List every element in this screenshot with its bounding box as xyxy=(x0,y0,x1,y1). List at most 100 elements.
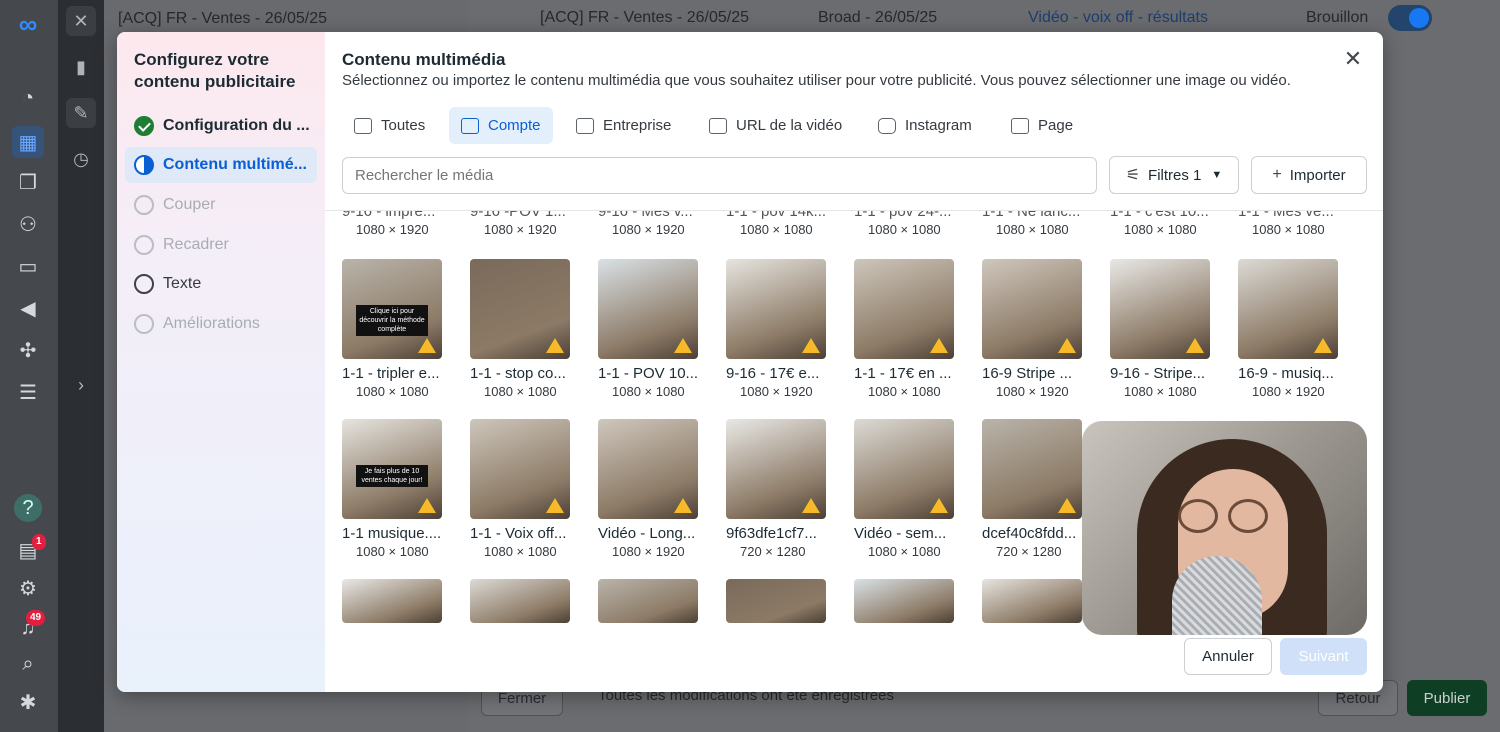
import-button[interactable]: + Importer xyxy=(1251,156,1367,194)
filters-button[interactable]: ⚟ Filtres 1 ▼ xyxy=(1109,156,1239,194)
expand-arrow-icon[interactable]: › xyxy=(66,370,96,400)
media-thumbnail[interactable] xyxy=(1110,259,1210,359)
meta-logo-icon[interactable]: ∞ xyxy=(14,9,42,39)
media-thumbnail[interactable] xyxy=(598,579,698,623)
settings-gear-icon[interactable]: ⚙ xyxy=(14,574,42,602)
modal-subtitle: Sélectionnez ou importez le contenu mult… xyxy=(342,72,1291,89)
media-item[interactable]: Vidéo - sem... 1080 × 1080 xyxy=(854,419,964,559)
close-editor-icon[interactable]: ✕ xyxy=(66,6,96,36)
media-item[interactable]: 1-1 - pov 24-... 1080 × 1080 xyxy=(854,211,964,237)
media-dimensions: 1080 × 1080 xyxy=(484,384,557,399)
media-item[interactable]: 1-1 - 17€ en ... 1080 × 1080 xyxy=(854,259,964,399)
status-toggle[interactable] xyxy=(1388,5,1432,31)
media-item[interactable]: Vidéo - Long... 1080 × 1920 xyxy=(598,419,708,559)
media-thumbnail[interactable]: Je fais plus de 10 ventes chaque jour! xyxy=(342,419,442,519)
media-name: 1-1 - 17€ en ... xyxy=(854,365,952,382)
media-thumbnail[interactable]: Clique ici pour découvrir la méthode com… xyxy=(342,259,442,359)
media-dimensions: 1080 × 1080 xyxy=(356,384,429,399)
media-item[interactable]: 16-9 Stripe ... 1080 × 1920 xyxy=(982,259,1092,399)
close-icon[interactable]: ✕ xyxy=(1341,48,1365,72)
megaphone-icon[interactable]: ◀ xyxy=(14,294,42,322)
tab-business[interactable]: Entreprise xyxy=(564,107,683,144)
media-name: 1-1 - tripler e... xyxy=(342,365,440,382)
media-item[interactable]: 1-1 - pov 14k... 1080 × 1080 xyxy=(726,211,836,237)
media-thumbnail[interactable] xyxy=(1238,259,1338,359)
media-item[interactable] xyxy=(982,579,1092,623)
panel-breadcrumb[interactable]: [ACQ] FR - Ventes - 26/05/25 xyxy=(118,10,327,28)
cancel-button[interactable]: Annuler xyxy=(1184,638,1272,675)
warning-icon xyxy=(802,498,820,513)
media-thumbnail[interactable] xyxy=(726,579,826,623)
next-button[interactable]: Suivant xyxy=(1280,638,1367,675)
media-thumbnail[interactable] xyxy=(726,259,826,359)
campaigns-table-icon[interactable]: ▦ xyxy=(12,126,44,158)
bug-report-icon[interactable]: ✱ xyxy=(14,688,42,716)
step-media[interactable]: Contenu multimé... xyxy=(125,147,317,183)
media-item[interactable]: 1-1 - Ne lanc... 1080 × 1080 xyxy=(982,211,1092,237)
media-item[interactable]: 1-1 - Voix off... 1080 × 1080 xyxy=(470,419,580,559)
tab-account[interactable]: Compte xyxy=(449,107,553,144)
media-item[interactable]: 1-1 - stop co... 1080 × 1080 xyxy=(470,259,580,399)
media-thumbnail[interactable] xyxy=(470,259,570,359)
empty-circle-icon xyxy=(134,274,154,294)
media-dimensions: 1080 × 1080 xyxy=(1252,222,1325,237)
audiences-icon[interactable]: ⚇ xyxy=(14,210,42,238)
media-item[interactable] xyxy=(726,579,836,623)
breadcrumb-ad[interactable]: Vidéo - voix off - résultats xyxy=(1028,9,1208,27)
catalog-icon[interactable]: ❐ xyxy=(14,168,42,196)
media-item[interactable]: dcef40c8fdd... 720 × 1280 xyxy=(982,419,1092,559)
network-icon[interactable]: ✣ xyxy=(14,336,42,364)
media-thumbnail[interactable] xyxy=(982,579,1082,623)
media-item[interactable]: 1-1 - c'est 10... 1080 × 1080 xyxy=(1110,211,1220,237)
media-thumbnail[interactable] xyxy=(598,259,698,359)
media-thumbnail[interactable] xyxy=(982,259,1082,359)
step-text[interactable]: Texte xyxy=(125,266,317,302)
media-item[interactable] xyxy=(854,579,964,623)
breadcrumb-campaign[interactable]: [ACQ] FR - Ventes - 26/05/25 xyxy=(540,9,749,27)
media-item[interactable]: 9-16 - 17€ e... 1080 × 1920 xyxy=(726,259,836,399)
modal-title: Contenu multimédia xyxy=(342,50,506,69)
tab-video-url[interactable]: URL de la vidéo xyxy=(697,107,854,144)
media-thumbnail[interactable] xyxy=(470,419,570,519)
dashboard-icon[interactable]: ◔ xyxy=(14,84,42,112)
media-thumbnail[interactable] xyxy=(470,579,570,623)
media-item[interactable]: 9f63dfe1cf7... 720 × 1280 xyxy=(726,419,836,559)
media-item[interactable]: 9-16 - Mes v... 1080 × 1920 xyxy=(598,211,708,237)
media-item[interactable] xyxy=(470,579,580,623)
tab-page[interactable]: Page xyxy=(999,107,1085,144)
menu-icon[interactable]: ☰ xyxy=(14,378,42,406)
thumbnail-image xyxy=(982,579,1082,623)
media-item[interactable] xyxy=(598,579,708,623)
media-thumbnail[interactable] xyxy=(854,419,954,519)
step-configuration[interactable]: Configuration du ... xyxy=(125,108,317,144)
tab-label: Page xyxy=(1038,117,1074,134)
media-thumbnail[interactable] xyxy=(854,259,954,359)
search-icon[interactable]: ⌕ xyxy=(14,650,42,678)
media-thumbnail[interactable] xyxy=(342,579,442,623)
media-item[interactable]: Clique ici pour découvrir la méthode com… xyxy=(342,259,452,399)
media-item[interactable]: 16-9 - musiq... 1080 × 1920 xyxy=(1238,259,1348,399)
media-search-input[interactable] xyxy=(342,157,1097,194)
history-clock-icon[interactable]: ◷ xyxy=(66,144,96,174)
bg-publish-button[interactable]: Publier xyxy=(1407,680,1487,716)
chart-icon[interactable]: ▮ xyxy=(66,52,96,82)
breadcrumb-adset[interactable]: Broad - 26/05/25 xyxy=(818,9,937,27)
thumbnail-caption: Je fais plus de 10 ventes chaque jour! xyxy=(356,465,428,487)
media-item[interactable]: 9-16 - Stripe... 1080 × 1080 xyxy=(1110,259,1220,399)
tab-instagram[interactable]: Instagram xyxy=(866,107,984,144)
media-item[interactable]: 9-16 -POV 1... 1080 × 1920 xyxy=(470,211,580,237)
tab-all[interactable]: Toutes xyxy=(342,107,437,144)
edit-pencil-icon[interactable]: ✎ xyxy=(66,98,96,128)
media-thumbnail[interactable] xyxy=(982,419,1082,519)
media-item[interactable]: 9-16 - impre... 1080 × 1920 xyxy=(342,211,452,237)
media-thumbnail[interactable] xyxy=(598,419,698,519)
media-item[interactable] xyxy=(342,579,452,623)
help-icon[interactable]: ? xyxy=(14,494,42,522)
media-item[interactable]: Je fais plus de 10 ventes chaque jour! 1-… xyxy=(342,419,452,559)
media-item[interactable]: 1-1 - POV 10... 1080 × 1080 xyxy=(598,259,708,399)
media-item[interactable]: 1-1 - Mes ve... 1080 × 1080 xyxy=(1238,211,1348,237)
billing-icon[interactable]: ▭ xyxy=(14,252,42,280)
media-thumbnail[interactable] xyxy=(726,419,826,519)
media-thumbnail[interactable] xyxy=(854,579,954,623)
media-dimensions: 1080 × 1920 xyxy=(1252,384,1325,399)
